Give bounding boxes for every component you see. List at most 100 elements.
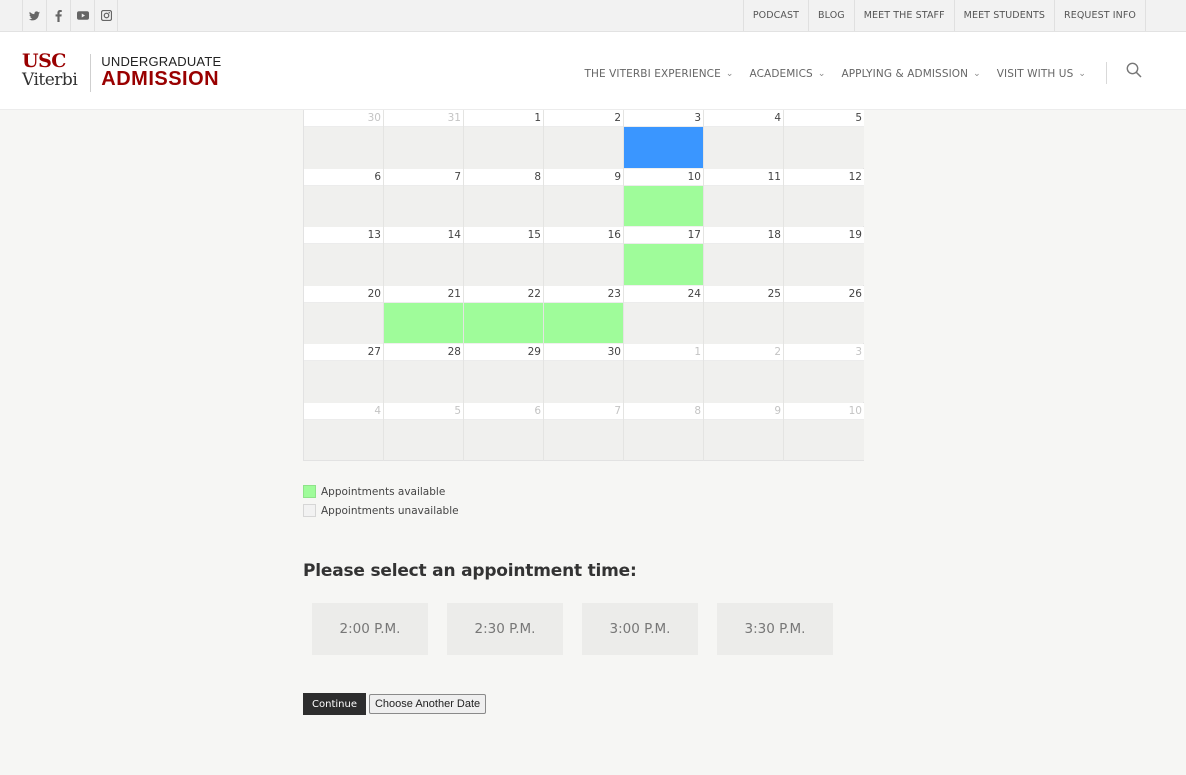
search-icon[interactable] <box>1126 62 1142 82</box>
calendar-day: 6 <box>304 168 384 227</box>
form-actions: Continue Choose Another Date <box>303 693 487 715</box>
calendar-day-number: 10 <box>784 402 864 420</box>
calendar-day[interactable]: 21 <box>384 285 464 344</box>
calendar-day-available[interactable] <box>624 185 703 226</box>
calendar-day-unavailable <box>464 419 543 460</box>
nav-viterbi-experience[interactable]: THE VITERBI EXPERIENCE ⌄ <box>584 64 733 84</box>
calendar-day-unavailable <box>704 185 783 226</box>
calendar-day-unavailable <box>464 127 543 168</box>
instagram-icon[interactable] <box>94 0 118 31</box>
calendar-day-unavailable <box>304 185 383 226</box>
calendar-day-unavailable <box>624 302 703 343</box>
calendar-day-number: 4 <box>304 402 383 420</box>
calendar-day-unavailable <box>384 244 463 285</box>
time-slot-button[interactable]: 2:30 P.M. <box>447 603 563 655</box>
calendar-day-unavailable <box>544 185 623 226</box>
appointment-calendar: 30 31 1 2 3 4 5 6 7 8 9 10 11 12 13 14 15 16 17 18 19 20 21 22 2… <box>303 110 864 461</box>
nav-applying-admission[interactable]: APPLYING & ADMISSION ⌄ <box>841 64 980 84</box>
nav-label: APPLYING & ADMISSION <box>841 68 969 80</box>
calendar-day-number: 3 <box>624 110 703 127</box>
calendar-day[interactable]: 3 <box>624 110 704 169</box>
calendar-day-number: 6 <box>464 402 543 420</box>
calendar-day-unavailable <box>304 419 383 460</box>
nav-academics[interactable]: ACADEMICS ⌄ <box>750 64 826 84</box>
calendar-day-unavailable <box>384 185 463 226</box>
calendar-day-number: 14 <box>384 227 463 244</box>
legend-unavailable: Appointments unavailable <box>303 501 459 520</box>
calendar-day: 2 <box>704 344 784 403</box>
calendar-day: 15 <box>464 227 544 286</box>
calendar-day: 9 <box>704 402 784 461</box>
nav-visit-with-us[interactable]: VISIT WITH US ⌄ <box>997 64 1086 84</box>
calendar-day: 30 <box>304 110 384 169</box>
continue-button[interactable]: Continue <box>303 693 366 715</box>
calendar-day-number: 21 <box>384 285 463 303</box>
calendar-day: 24 <box>624 285 704 344</box>
calendar-day-unavailable <box>624 361 703 402</box>
top-link-blog[interactable]: BLOG <box>808 0 854 31</box>
calendar-day[interactable]: 10 <box>624 168 704 227</box>
calendar-day: 25 <box>704 285 784 344</box>
calendar-day: 8 <box>464 168 544 227</box>
calendar-day-unavailable <box>784 419 864 460</box>
logo-viterbi: Viterbi <box>22 70 78 90</box>
legend-available: Appointments available <box>303 482 459 501</box>
calendar-day-available[interactable] <box>464 302 543 343</box>
top-link-meet-students[interactable]: MEET STUDENTS <box>953 0 1054 31</box>
calendar-day: 14 <box>384 227 464 286</box>
calendar-day-unavailable <box>704 302 783 343</box>
calendar-day: 31 <box>384 110 464 169</box>
calendar-day-unavailable <box>704 244 783 285</box>
main-nav: THE VITERBI EXPERIENCE ⌄ ACADEMICS ⌄ APP… <box>568 64 1086 84</box>
utility-bar: PODCAST BLOG MEET THE STAFF MEET STUDENT… <box>0 0 1186 32</box>
time-slot-button[interactable]: 3:00 P.M. <box>582 603 698 655</box>
top-link-podcast[interactable]: PODCAST <box>742 0 808 31</box>
calendar-day-unavailable <box>304 302 383 343</box>
calendar-day-available[interactable] <box>384 302 463 343</box>
calendar-day-number: 1 <box>464 110 543 127</box>
calendar-day: 6 <box>464 402 544 461</box>
calendar-day-available[interactable] <box>544 302 623 343</box>
youtube-icon[interactable] <box>70 0 94 31</box>
calendar-day-number: 20 <box>304 285 383 303</box>
calendar-day: 13 <box>304 227 384 286</box>
calendar-day: 10 <box>784 402 864 462</box>
calendar-day-selected[interactable] <box>624 127 703 168</box>
calendar-day-unavailable <box>704 127 783 168</box>
calendar-day-number: 19 <box>784 227 864 244</box>
calendar-day-number: 30 <box>304 110 383 127</box>
calendar-day: 12 <box>784 168 864 228</box>
calendar-day-number: 1 <box>624 344 703 361</box>
calendar-day-unavailable <box>384 127 463 168</box>
time-slot-button[interactable]: 2:00 P.M. <box>312 603 428 655</box>
calendar-day-number: 7 <box>544 402 623 420</box>
facebook-icon[interactable] <box>46 0 70 31</box>
nav-label: ACADEMICS <box>749 68 813 80</box>
calendar-day-unavailable <box>704 419 783 460</box>
twitter-icon[interactable] <box>22 0 46 31</box>
top-link-meet-the-staff[interactable]: MEET THE STAFF <box>853 0 954 31</box>
choose-another-date-button[interactable]: Choose Another Date <box>368 694 487 714</box>
nav-label: VISIT WITH US <box>996 68 1074 80</box>
time-slot-button[interactable]: 3:30 P.M. <box>717 603 833 655</box>
logo-undergraduate: UNDERGRADUATE <box>101 54 222 69</box>
calendar-day-unavailable <box>544 361 623 402</box>
calendar-day[interactable]: 22 <box>464 285 544 344</box>
calendar-day-number: 5 <box>384 402 463 420</box>
calendar-day-number: 30 <box>544 344 623 361</box>
nav-label: THE VITERBI EXPERIENCE <box>584 68 721 80</box>
calendar-day[interactable]: 23 <box>544 285 624 344</box>
calendar-day-available[interactable] <box>624 244 703 285</box>
calendar-day: 18 <box>704 227 784 286</box>
calendar-day[interactable]: 17 <box>624 227 704 286</box>
calendar-day: 3 <box>784 344 864 403</box>
calendar-day: 5 <box>384 402 464 461</box>
calendar-day-number: 28 <box>384 344 463 361</box>
time-slots: 2:00 P.M. 2:30 P.M. 3:00 P.M. 3:30 P.M. <box>312 603 852 655</box>
site-logo[interactable]: USC Viterbi UNDERGRADUATE ADMISSION <box>22 52 221 98</box>
calendar-day-number: 11 <box>704 168 783 186</box>
calendar-day-number: 10 <box>624 168 703 186</box>
calendar-day-unavailable <box>544 244 623 285</box>
top-link-request-info[interactable]: REQUEST INFO <box>1054 0 1146 31</box>
calendar-day: 26 <box>784 285 864 345</box>
